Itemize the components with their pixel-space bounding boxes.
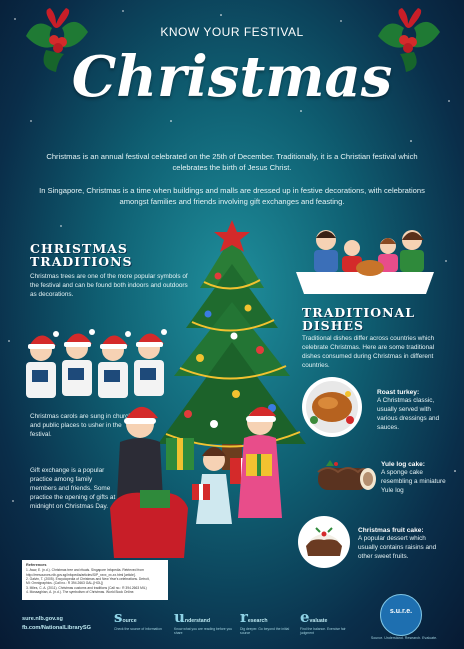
dishes-heading: TRADITIONAL DISHES bbox=[302, 306, 415, 332]
pillar-title: nderstand bbox=[184, 618, 210, 624]
dish-item-yule-log: Yule log cake: A sponge cake resembling … bbox=[381, 461, 451, 495]
page-title: Christmas bbox=[71, 44, 393, 110]
snow-dot bbox=[30, 120, 32, 122]
dish-item-fruit-cake: Christmas fruit cake: A popular dessert … bbox=[358, 527, 446, 561]
dishes-intro: Traditional dishes differ across countri… bbox=[302, 335, 435, 370]
reference-line: 1. Aww, E. (n.d.). Christmas tree and ri… bbox=[26, 568, 144, 573]
roast-turkey-icon bbox=[302, 377, 362, 437]
carol-singers-illustration bbox=[26, 329, 167, 398]
gift-text: Gift exchange is a popular practice amon… bbox=[30, 467, 116, 511]
snow-dot bbox=[300, 110, 302, 112]
pillar-research: research Dig deeper. Go beyond the initi… bbox=[240, 608, 296, 635]
traditions-heading: CHRISTMAS TRADITIONS bbox=[30, 242, 133, 268]
snow-dot bbox=[60, 225, 62, 227]
pillar-sub: Find the balance. Exercise fair judgment bbox=[300, 627, 346, 636]
snow-dot bbox=[14, 18, 16, 20]
snow-dot bbox=[340, 20, 342, 22]
kicker-text: KNOW YOUR FESTIVAL bbox=[160, 25, 304, 39]
footer: sure.nlb.gov.sg fb.com/NationalLibrarySG… bbox=[0, 594, 464, 649]
snow-dot bbox=[220, 14, 222, 16]
snow-dot bbox=[454, 470, 456, 472]
intro-paragraph-1: Christmas is an annual festival celebrat… bbox=[46, 152, 418, 172]
sure-badge: s.u.r.e. bbox=[380, 594, 422, 636]
sure-badge-sub: Source. Understand. Research. Evaluate. bbox=[370, 636, 438, 640]
dish-name: Christmas fruit cake: bbox=[358, 527, 424, 534]
references-box: References 1. Aww, E. (n.d.). Christmas … bbox=[22, 560, 168, 600]
pillar-letter: r bbox=[240, 608, 248, 626]
pillar-source: source Check the source of information bbox=[114, 608, 170, 631]
dish-name: Roast turkey: bbox=[377, 389, 420, 396]
reference-line: 4. Mossaghian, A. (n.d.). The symbolism … bbox=[26, 590, 135, 595]
gift-exchange-illustration bbox=[110, 406, 282, 558]
fruit-cake-icon bbox=[298, 516, 350, 568]
dish-desc: A popular dessert which usually contains… bbox=[358, 535, 437, 561]
snow-dot bbox=[445, 260, 447, 262]
snow-dot bbox=[8, 340, 10, 342]
pillar-sub: Know what you are reading before you sha… bbox=[174, 627, 233, 636]
dish-desc: A sponge cake resembling a miniature Yul… bbox=[381, 469, 446, 495]
sure-badge-text: s.u.r.e. bbox=[389, 608, 413, 615]
pillar-sub: Check the source of information bbox=[114, 627, 162, 631]
dishes-heading-line2: DISHES bbox=[302, 318, 365, 334]
dish-name: Yule log cake: bbox=[381, 461, 425, 468]
poster: KNOW YOUR FESTIVAL Christmas Christmas i… bbox=[0, 0, 464, 649]
pillar-title: valuate bbox=[309, 618, 328, 624]
pillar-title: ource bbox=[122, 618, 137, 624]
snow-dot bbox=[170, 120, 172, 122]
family-dinner-illustration bbox=[296, 230, 434, 294]
pillar-letter: u bbox=[174, 608, 185, 626]
pillar-sub: Dig deeper. Go beyond the initial source bbox=[240, 627, 290, 636]
footer-link-website[interactable]: sure.nlb.gov.sg bbox=[22, 616, 63, 622]
footer-link-facebook[interactable]: fb.com/NationalLibrarySG bbox=[22, 625, 91, 631]
yule-log-icon bbox=[317, 460, 376, 490]
dish-desc: A Christmas classic, usually served with… bbox=[377, 397, 440, 432]
pillar-understand: understand Know what you are reading bef… bbox=[174, 608, 234, 635]
snow-dot bbox=[12, 500, 14, 502]
dish-item-roast-turkey: Roast turkey: A Christmas classic, usual… bbox=[377, 389, 451, 432]
snow-dot bbox=[122, 10, 124, 12]
pillar-title: esearch bbox=[247, 618, 268, 624]
pillar-evaluate: evaluate Find the balance. Exercise fair… bbox=[300, 608, 358, 635]
snow-dot bbox=[410, 140, 412, 142]
intro-paragraph-2: In Singapore, Christmas is a time when b… bbox=[39, 186, 425, 206]
traditions-heading-line2: TRADITIONS bbox=[30, 254, 133, 270]
pillar-letter: e bbox=[300, 608, 310, 626]
